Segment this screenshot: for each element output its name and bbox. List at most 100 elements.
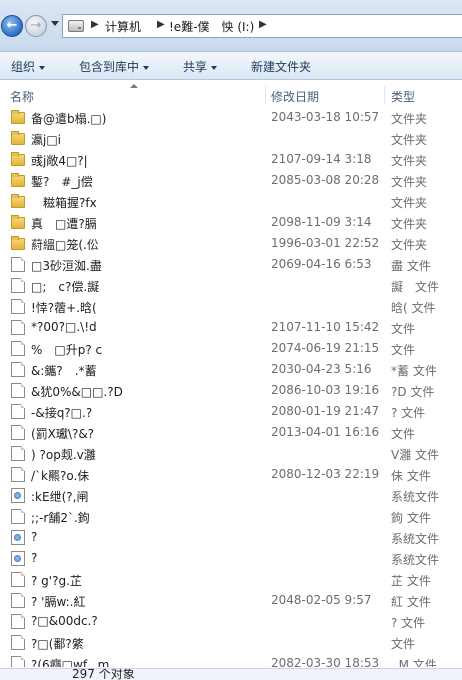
command-toolbar: 组织 包含到库中 共享 新建文件夹 [0,52,462,80]
file-row[interactable]: 鏨? #_j偿 2085-03-08 20:28 文件夹 [0,170,462,191]
include-in-library-button[interactable]: 包含到库中 [79,58,150,75]
file-row[interactable]: -&接q?□.? 2080-01-19 21:47 ? 文件 [0,401,462,422]
column-divider[interactable] [265,86,266,104]
file-type: 文件夹 [391,112,428,126]
breadcrumb-drive[interactable]: !e難-僕 怏 (I:) [169,18,254,35]
file-row[interactable]: ) ?op觌.v灉 V灉 文件 [0,443,462,464]
chevron-right-icon[interactable]: ▶ [91,19,99,30]
file-row[interactable]: 彧j敞4□?| 2107-09-14 3:18 文件夹 [0,149,462,170]
file-name: ? [31,551,38,565]
breadcrumb-computer[interactable]: 计算机 [105,18,141,35]
file-row[interactable]: ? g'?g.芷 芷 文件 [0,569,462,590]
file-modified-date: 2080-01-19 21:47 [271,404,380,418]
file-icon [11,509,25,524]
status-bar: 297 个对象 [0,668,462,680]
file-modified-date: 2030-04-23 5:16 [271,362,372,376]
file-modified-date: 2080-12-03 22:19 [271,467,380,481]
file-row[interactable]: ? 系统文件 [0,548,462,569]
file-name: □; c?偿.譺 [31,280,100,294]
new-folder-button[interactable]: 新建文件夹 [251,58,311,75]
file-type: 芷 文件 [391,574,431,588]
drive-icon [68,20,84,32]
address-bar: ← → ▶ 计算机 ▶ !e難-僕 怏 (I:) ▶ [0,0,462,52]
file-type: 系统文件 [391,532,440,546]
file-row[interactable]: ?□(鄱?綮 文件 [0,632,462,653]
file-type: 譺 文件 [391,280,440,294]
file-name: ?□&00dc.? [31,614,98,628]
chevron-right-icon[interactable]: ▶ [259,19,267,30]
system-file-icon [11,488,25,503]
system-file-icon [11,530,25,545]
item-count: 297 个对象 [72,668,135,680]
file-name: (罰X瓛\?&? [31,427,95,441]
file-row[interactable]: 瀛j□i 文件夹 [0,128,462,149]
recent-pages-dropdown[interactable] [51,21,59,26]
forward-button[interactable]: → [25,15,47,37]
file-type: ? 文件 [391,406,426,420]
file-modified-date: 1996-03-01 22:52 [271,236,380,250]
folder-icon [11,173,25,187]
folder-icon [11,236,25,250]
file-icon [11,572,25,587]
folder-icon [11,215,25,229]
back-button[interactable]: ← [1,15,23,37]
file-type: ?D 文件 [391,385,435,399]
file-row[interactable]: % □升p? c 2074-06-19 21:15 文件 [0,338,462,359]
file-name: 彧j敞4□?| [31,154,88,168]
file-row[interactable]: *?00?□.\!d 2107-11-10 15:42 文件 [0,317,462,338]
file-type: 晗( 文件 [391,301,436,315]
file-modified-date: 2043-03-18 10:57 [271,110,380,124]
file-row[interactable]: ?□&00dc.? ? 文件 [0,611,462,632]
file-row[interactable]: ? '膈w:.紅 2048-02-05 9:57 紅 文件 [0,590,462,611]
file-icon [11,383,25,398]
file-type: 佅 文件 [391,469,431,483]
file-row[interactable]: ;;-r舗2`.鉤 鉤 文件 [0,506,462,527]
column-header-date[interactable]: 修改日期 [271,88,319,105]
file-row[interactable]: &犹0%&□□.?D 2086-10-03 19:16 ?D 文件 [0,380,462,401]
file-type: V灉 文件 [391,448,440,462]
file-row[interactable]: ? 系统文件 [0,527,462,548]
column-header-name[interactable]: 名称 [10,88,34,105]
file-type: 文件 [391,343,416,357]
file-row[interactable]: 真 □遭?膈 2098-11-09 3:14 文件夹 [0,212,462,233]
file-modified-date: 2048-02-05 9:57 [271,593,372,607]
file-icon [11,341,25,356]
file-name: ?(6癮□wf...m [31,658,110,667]
share-button[interactable]: 共享 [183,58,218,75]
file-row[interactable]: :kE绁(?,闸 系统文件 [0,485,462,506]
chevron-down-icon [211,65,218,70]
file-icon [11,656,25,667]
column-header-row: 名称 修改日期 类型 [0,84,462,106]
file-icon [11,257,25,272]
file-icon [11,404,25,419]
file-row[interactable]: /`k羆?o.佅 2080-12-03 22:19 佅 文件 [0,464,462,485]
file-row[interactable]: (罰X瓛\?&? 2013-04-01 16:16 文件 [0,422,462,443]
file-row[interactable]: 糍箱握?fx 文件夹 [0,191,462,212]
file-modified-date: 2074-06-19 21:15 [271,341,380,355]
file-name: 糍箱握?fx [31,196,97,210]
file-row[interactable]: 葤縕□笼(.伀 1996-03-01 22:52 文件夹 [0,233,462,254]
file-name: -&接q?□.? [31,406,93,420]
file-row[interactable]: □; c?偿.譺 譺 文件 [0,275,462,296]
file-type: 文件 [391,322,416,336]
file-row[interactable]: !悻?蓿+.晗(晗( 文件 [0,296,462,317]
file-row[interactable]: □3砂洹洳.盡 2069-04-16 6:53 盡 文件 [0,254,462,275]
file-row[interactable]: &:鑴? .*蓄 2030-04-23 5:16 *蓄 文件 [0,359,462,380]
organize-button[interactable]: 组织 [11,58,46,75]
file-icon [11,320,25,335]
file-row[interactable]: ?(6癮□wf...m 2082-03-30 18:53 ..M 文件 [0,653,462,667]
file-type: 文件夹 [391,196,428,210]
file-type: 紅 文件 [391,595,431,609]
column-header-type[interactable]: 类型 [391,88,415,105]
chevron-right-icon[interactable]: ▶ [157,19,165,30]
file-row[interactable]: 备@遣b榻.□) 2043-03-18 10:57 文件夹 [0,107,462,128]
file-type: *蓄 文件 [391,364,437,378]
file-type: 文件 [391,637,416,651]
file-icon [11,614,25,629]
breadcrumb[interactable]: ▶ 计算机 ▶ !e難-僕 怏 (I:) ▶ [62,14,462,38]
column-divider[interactable] [384,86,385,104]
file-icon [11,425,25,440]
file-type: 文件夹 [391,217,428,231]
file-list: 备@遣b榻.□) 2043-03-18 10:57 文件夹 瀛j□i 文件夹 彧j敞4□?… [0,107,462,667]
file-modified-date: 2107-11-10 15:42 [271,320,380,334]
